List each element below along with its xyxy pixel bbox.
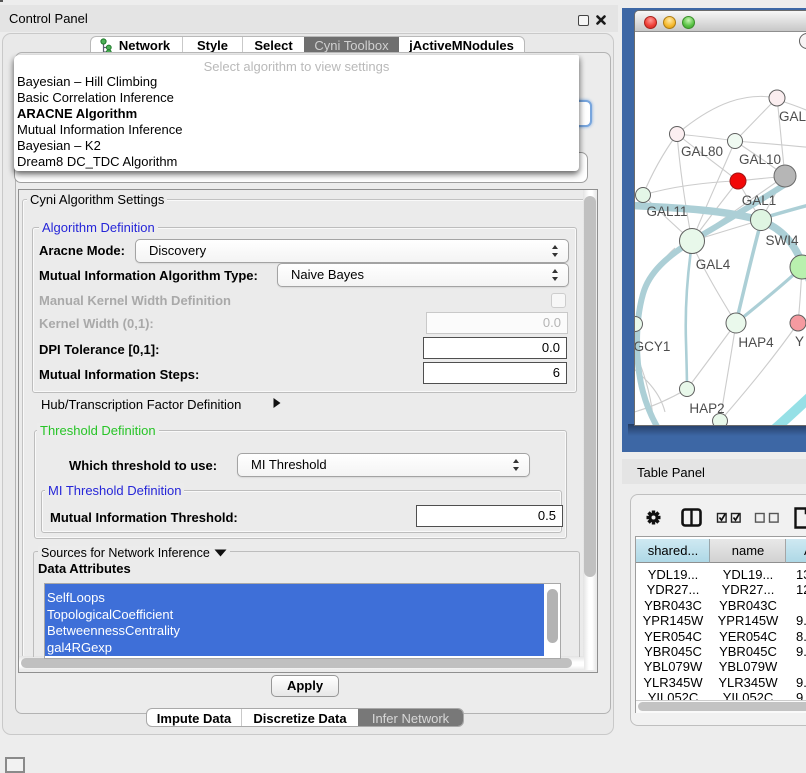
svg-text:GCY1: GCY1 (635, 339, 670, 354)
svg-text:HAP2: HAP2 (689, 401, 724, 416)
svg-text:GAL80: GAL80 (681, 144, 723, 159)
svg-text:Y: Y (795, 334, 804, 349)
svg-text:GAL4: GAL4 (696, 257, 731, 272)
svg-text:GAL1: GAL1 (742, 193, 777, 208)
svg-text:GAL11: GAL11 (646, 204, 687, 219)
svg-text:GAL2: GAL2 (779, 109, 806, 124)
svg-text:HAP4: HAP4 (738, 335, 774, 350)
svg-text:SWI4: SWI4 (765, 233, 798, 248)
svg-text:GAL10: GAL10 (739, 152, 781, 167)
